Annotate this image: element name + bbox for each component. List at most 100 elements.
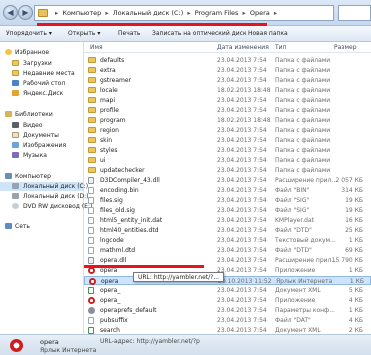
nav-drive-e[interactable]: DVD RW дисковод (E:) bbox=[0, 202, 92, 211]
file-date: 18.02.2013 18:48 bbox=[217, 87, 271, 94]
table-row[interactable]: files_old.sig 23.04.2013 7:54 Файл "SIG" 19… bbox=[84, 206, 371, 215]
table-row[interactable]: ui 23.04.2013 7:54 Папка с файлами bbox=[84, 156, 371, 165]
nav-images[interactable]: Изображения bbox=[0, 141, 84, 150]
table-row[interactable]: encoding.bin 23.04.2013 7:54 Файл "BIN" 314… bbox=[84, 186, 371, 195]
column-name[interactable]: Имя bbox=[90, 44, 103, 51]
crumb-computer[interactable]: Компьютер bbox=[62, 9, 101, 17]
desktop-icon bbox=[12, 80, 19, 86]
file-name: locale bbox=[100, 87, 118, 94]
file-type: Папка с файлами bbox=[275, 107, 331, 114]
nav-favorites[interactable]: Избранное bbox=[0, 48, 84, 57]
table-row[interactable]: mapi 23.04.2013 7:54 Папка с файлами bbox=[84, 96, 371, 105]
table-row[interactable]: html5_entity_init.dat 23.04.2013 7:54 KMPl… bbox=[84, 216, 371, 225]
table-row[interactable]: defaults 23.04.2013 7:54 Папка с файлами bbox=[84, 56, 371, 65]
nav-drive-d[interactable]: Локальный диск (D:) bbox=[0, 192, 89, 201]
search-input[interactable] bbox=[338, 5, 371, 21]
nav-libraries[interactable]: Библиотеки bbox=[0, 110, 84, 119]
table-row[interactable]: D3DCompiler_43.dll 23.04.2013 7:54 Расшире… bbox=[84, 176, 371, 185]
table-row[interactable]: html40_entities.dtd 23.04.2013 7:54 Файл "… bbox=[84, 226, 371, 235]
crumb-drive-c[interactable]: Локальный диск (C:) bbox=[113, 9, 184, 17]
file-date: 23.04.2013 7:54 bbox=[217, 197, 267, 204]
red-underline-annotation bbox=[84, 265, 204, 268]
file-icon bbox=[88, 207, 94, 214]
nav-drive-c[interactable]: Локальный диск (C:) bbox=[0, 182, 88, 191]
table-row[interactable]: opera.dll 23.04.2013 7:54 Расширение прил.… bbox=[84, 256, 371, 265]
folder-icon bbox=[88, 67, 96, 73]
file-name: files_old.sig bbox=[100, 207, 135, 214]
nav-computer[interactable]: Компьютер bbox=[0, 172, 84, 181]
folder-icon bbox=[88, 147, 96, 153]
file-name: files.sig bbox=[100, 197, 123, 204]
file-icon bbox=[88, 247, 94, 254]
nav-downloads[interactable]: Загрузки bbox=[0, 59, 84, 68]
file-type: Папка с файлами bbox=[275, 147, 331, 154]
folder-icon bbox=[88, 107, 96, 113]
table-row[interactable]: region 23.04.2013 7:54 Папка с файлами bbox=[84, 126, 371, 135]
nav-recent[interactable]: Недавние места bbox=[0, 69, 84, 78]
table-row[interactable]: pubsuffix 23.04.2013 7:54 Файл "DAT" 4 КБ bbox=[84, 316, 371, 325]
file-size: 1 КБ bbox=[349, 278, 364, 285]
nav-network[interactable]: Сеть bbox=[0, 222, 84, 231]
burn-button[interactable]: Записать на оптический диск bbox=[152, 30, 247, 37]
nav-yadisk[interactable]: Яндекс.Диск bbox=[0, 89, 84, 98]
file-type: Папка с файлами bbox=[275, 57, 331, 64]
table-row[interactable]: opera 20.10.2013 11:52 Ярлык Интернета 1 КБ bbox=[84, 276, 371, 285]
crumb-program-files[interactable]: Program Files bbox=[195, 9, 239, 17]
new-folder-button[interactable]: Новая папка bbox=[248, 30, 288, 37]
file-date: 23.04.2013 7:54 bbox=[217, 307, 267, 314]
file-name: program bbox=[100, 117, 126, 124]
table-row[interactable]: extra 23.04.2013 7:54 Папка с файлами bbox=[84, 66, 371, 75]
back-button[interactable]: ◀ bbox=[3, 5, 18, 20]
nav-documents[interactable]: Документы bbox=[0, 131, 84, 140]
folder-icon bbox=[88, 117, 96, 123]
file-date: 20.10.2013 11:52 bbox=[218, 278, 272, 285]
table-row[interactable]: lngcode 23.04.2013 7:54 Текстовый докум...… bbox=[84, 236, 371, 245]
open-button[interactable]: Открыть ▾ bbox=[68, 30, 100, 37]
nav-video[interactable]: Видео bbox=[0, 121, 84, 130]
file-size: 69 КБ bbox=[345, 247, 363, 254]
column-type[interactable]: Тип bbox=[275, 44, 287, 51]
file-name: search bbox=[100, 327, 120, 334]
file-date: 23.04.2013 7:54 bbox=[217, 167, 267, 174]
details-name: opera bbox=[40, 338, 59, 346]
file-size: 19 КБ bbox=[345, 197, 363, 204]
table-row[interactable]: opera_ 23.04.2013 7:54 Приложение 4 КБ bbox=[84, 296, 371, 305]
table-row[interactable]: profile 23.04.2013 7:54 Папка с файлами bbox=[84, 106, 371, 115]
file-name: encoding.bin bbox=[100, 187, 139, 194]
table-row[interactable]: updatechecker 23.04.2013 7:54 Папка с файл… bbox=[84, 166, 371, 175]
table-row[interactable]: mathml.dtd 23.04.2013 7:54 Файл "DTD" 69 КБ bbox=[84, 246, 371, 255]
file-date: 23.04.2013 7:54 bbox=[217, 297, 267, 304]
file-date: 23.04.2013 7:54 bbox=[217, 57, 267, 64]
table-row[interactable]: gstreamer 23.04.2013 7:54 Папка с файлами bbox=[84, 76, 371, 85]
table-row[interactable]: operaprefs_default 23.04.2013 7:54 Парамет… bbox=[84, 306, 371, 315]
downloads-icon bbox=[12, 60, 19, 66]
file-name: opera.dll bbox=[100, 257, 127, 264]
file-icon bbox=[88, 317, 94, 324]
file-date: 23.04.2013 7:54 bbox=[217, 157, 267, 164]
file-date: 23.04.2013 7:54 bbox=[217, 137, 267, 144]
table-row[interactable]: opera_ 23.04.2013 7:54 Документ XML 5 КБ bbox=[84, 286, 371, 295]
file-date: 23.04.2013 7:54 bbox=[217, 247, 267, 254]
folder-icon bbox=[88, 167, 96, 173]
opera-icon bbox=[89, 278, 96, 285]
table-row[interactable]: skin 23.04.2013 7:54 Папка с файлами bbox=[84, 136, 371, 145]
file-date: 23.04.2013 7:54 bbox=[217, 227, 267, 234]
print-button[interactable]: Печать bbox=[118, 30, 140, 37]
nav-music[interactable]: Музыка bbox=[0, 151, 84, 160]
nav-desktop[interactable]: Рабочий стол bbox=[0, 79, 84, 88]
column-size[interactable]: Размер bbox=[334, 44, 357, 51]
table-row[interactable]: files.sig 23.04.2013 7:54 Файл "SIG" 19 КБ bbox=[84, 196, 371, 205]
table-row[interactable]: program 18.02.2013 18:48 Папка с файлами bbox=[84, 116, 371, 125]
address-bar: ◀ ▶ ▸ Компьютер ▸ Локальный диск (C:) ▸ … bbox=[0, 0, 371, 26]
forward-button[interactable]: ▶ bbox=[18, 5, 33, 20]
organize-button[interactable]: Упорядочить ▾ bbox=[6, 30, 52, 37]
table-row[interactable]: locale 18.02.2013 18:48 Папка с файлами bbox=[84, 86, 371, 95]
address-field[interactable]: ▸ Компьютер ▸ Локальный диск (C:) ▸ Prog… bbox=[34, 5, 334, 21]
column-date[interactable]: Дата изменения bbox=[217, 44, 269, 51]
crumb-opera[interactable]: Opera bbox=[250, 9, 270, 17]
file-date: 18.02.2013 18:48 bbox=[217, 117, 271, 124]
file-name: D3DCompiler_43.dll bbox=[100, 177, 160, 184]
table-row[interactable]: styles 23.04.2013 7:54 Папка с файлами bbox=[84, 146, 371, 155]
documents-icon bbox=[12, 132, 19, 138]
folder-icon bbox=[88, 87, 96, 93]
